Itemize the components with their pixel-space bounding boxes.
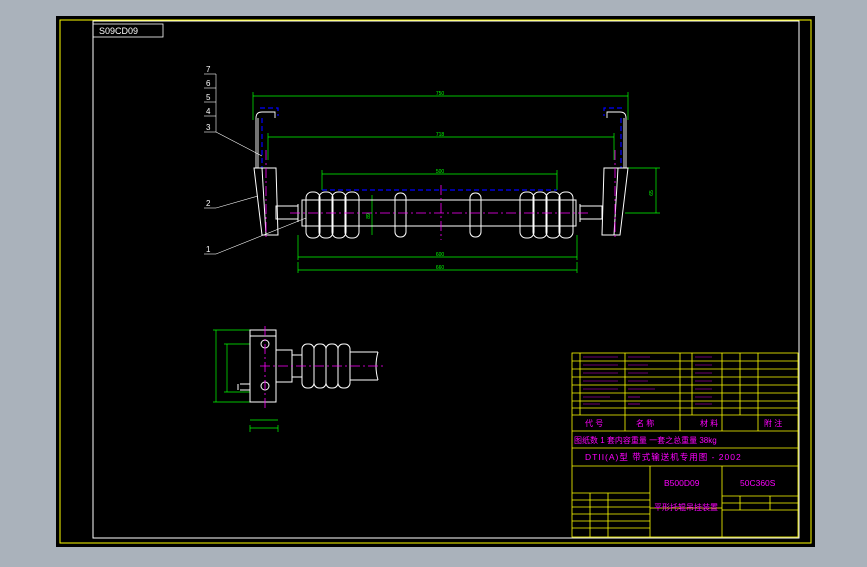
header-material: 材 料 — [700, 418, 718, 428]
dim-inner-width: 718 — [436, 132, 445, 138]
leader-2: 2 — [206, 199, 211, 208]
drawing-title: 平形托辊吊挂装置 — [654, 502, 718, 512]
drawing-code: 50C360S — [740, 478, 776, 488]
cad-drawing: S09CD09 750 718 500 600 660 65 89 7 6 5 … — [56, 16, 815, 547]
leader-6: 6 — [206, 79, 211, 88]
leader-1: 1 — [206, 245, 211, 254]
dim-top-width: 750 — [436, 91, 445, 97]
header-name: 名 称 — [636, 418, 654, 428]
leader-3: 3 — [206, 123, 211, 132]
dim-bottom-total: 660 — [436, 265, 445, 271]
leader-7: 7 — [206, 65, 211, 74]
drawing-number: B500D09 — [664, 478, 700, 488]
cad-window: S09CD09 750 718 500 600 660 65 89 7 6 5 … — [0, 0, 867, 562]
title-note-line: 图纸数 1 套内容重量 一套之总重量 38kg — [574, 435, 717, 445]
leader-4: 4 — [206, 107, 211, 116]
dim-bracket-height: 65 — [649, 190, 655, 196]
leader-5: 5 — [206, 93, 211, 102]
sheet-code: S09CD09 — [99, 26, 138, 36]
dim-lower-width: 600 — [436, 252, 445, 258]
dim-roller-dia: 89 — [366, 213, 372, 219]
header-note: 附 注 — [764, 418, 782, 428]
dim-roller-span: 500 — [436, 169, 445, 175]
header-code: 代 号 — [585, 418, 603, 428]
title-company-line: DTII(A)型 带式输送机专用图 - 2002 — [585, 452, 742, 462]
